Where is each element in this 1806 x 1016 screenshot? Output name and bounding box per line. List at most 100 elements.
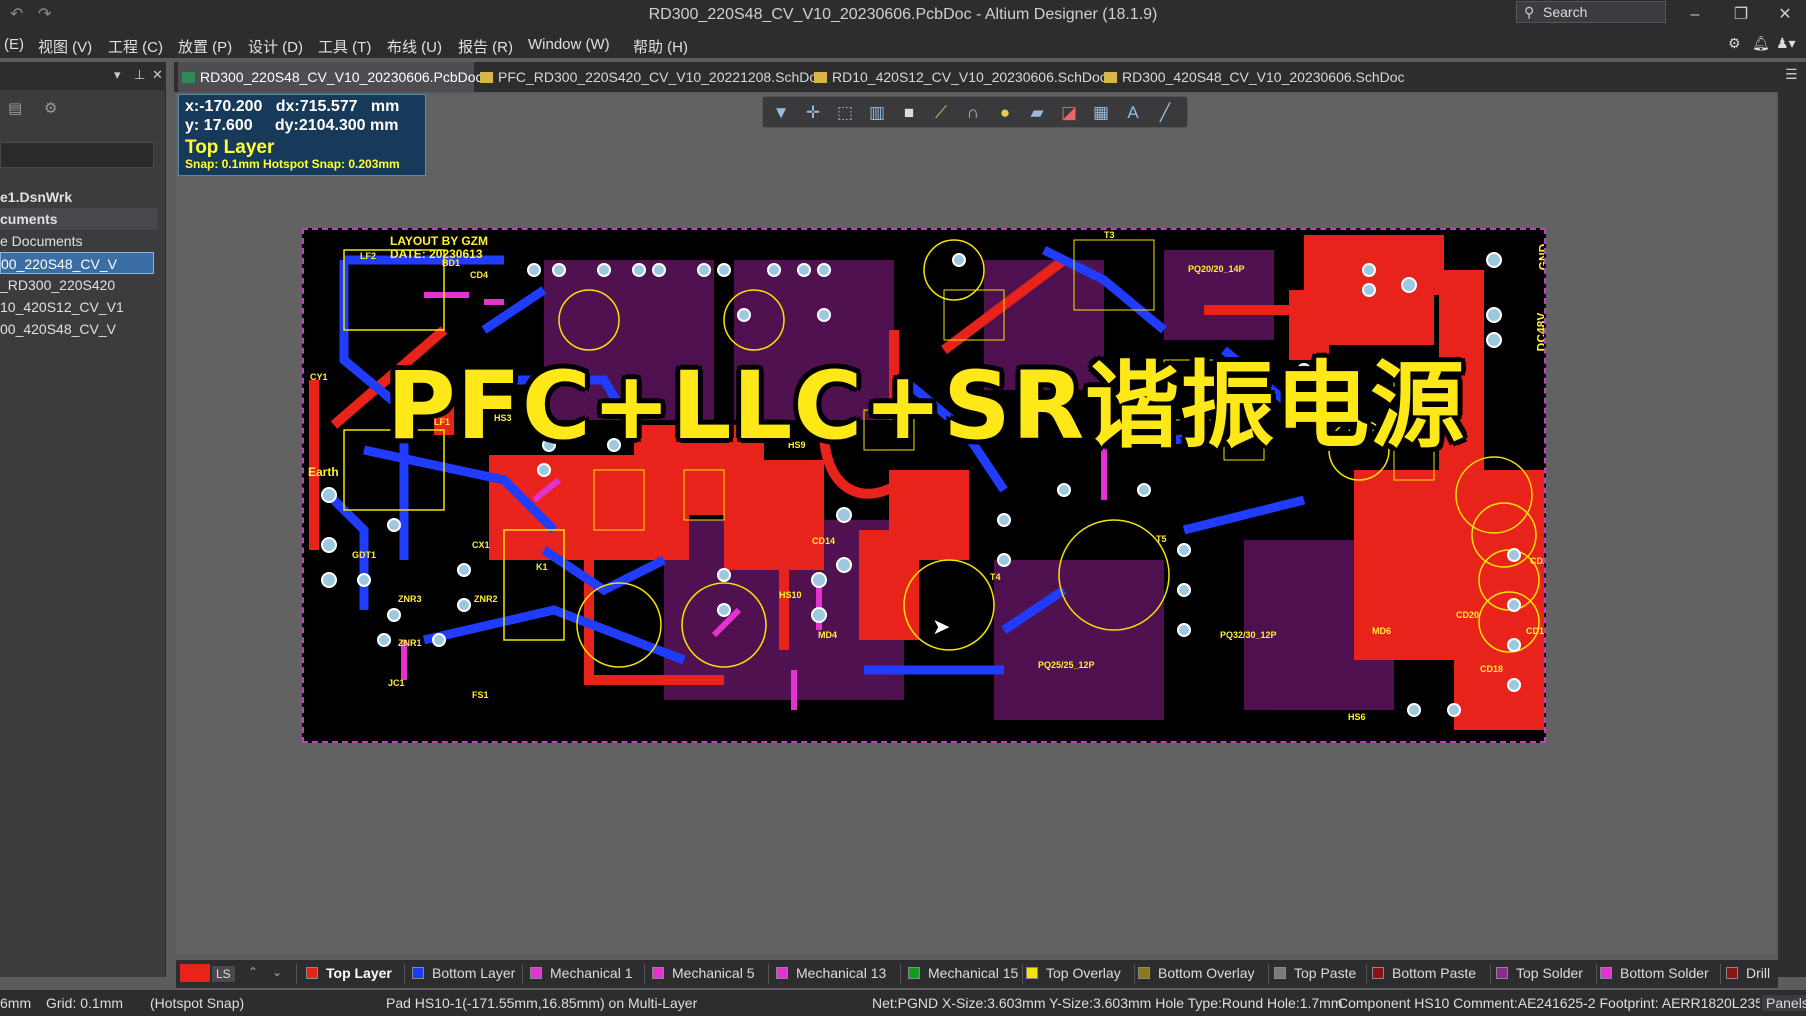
layer-color-swatch: [1726, 967, 1738, 979]
polygon-icon[interactable]: ▰: [1025, 101, 1049, 125]
tree-item-documents-group[interactable]: cuments: [0, 208, 158, 230]
layer-separator: [296, 964, 297, 984]
right-side-bar: ☰: [1778, 62, 1806, 977]
layer-separator: [900, 964, 901, 984]
silk-znr3: ZNR3: [398, 594, 422, 604]
select-icon[interactable]: ⬚: [833, 101, 857, 125]
layer-color-swatch: [412, 967, 424, 979]
tree-item-pcbdoc[interactable]: 00_220S48_CV_V: [0, 252, 154, 274]
silk-pq25: PQ25/25_12P: [1038, 660, 1095, 670]
layer-color-swatch: [530, 967, 542, 979]
search-input[interactable]: ⚲ Search: [1516, 1, 1666, 23]
status-snap: (Hotspot Snap): [150, 995, 245, 1011]
layer-separator: [644, 964, 645, 984]
keepout-icon[interactable]: ◪: [1057, 101, 1081, 125]
restore-button[interactable]: ❐: [1718, 2, 1764, 28]
layer-tab-mechanical-1[interactable]: Mechanical 1: [530, 965, 633, 981]
text-icon[interactable]: A: [1121, 101, 1145, 125]
layer-tab-drill[interactable]: Drill: [1726, 965, 1770, 981]
panels-icon[interactable]: ☰: [1785, 66, 1798, 83]
folder-icon[interactable]: ▤: [8, 99, 22, 117]
layer-tab-mechanical-13[interactable]: Mechanical 13: [776, 965, 886, 981]
move-icon[interactable]: ✛: [801, 101, 825, 125]
layer-separator: [1720, 964, 1721, 984]
layer-separator: [1366, 964, 1367, 984]
panel-header: ▾ ⊥ ✕: [0, 62, 166, 90]
layer-label: Top Layer: [326, 965, 392, 981]
silk-fs1: FS1: [472, 690, 489, 700]
menu-edit[interactable]: (E): [4, 36, 24, 53]
layer-scroll-down-icon[interactable]: ⌄: [272, 965, 282, 979]
layer-separator: [1490, 964, 1491, 984]
layer-tab-bottom-paste[interactable]: Bottom Paste: [1372, 965, 1476, 981]
layer-label: Bottom Solder: [1620, 965, 1709, 981]
tree-item-rd10-schdoc[interactable]: 10_420S12_CV_V1: [0, 296, 154, 318]
tree-item-pfc-schdoc[interactable]: _RD300_220S420: [0, 274, 154, 296]
panel-search-input[interactable]: [0, 142, 154, 168]
layer-tab-top-solder[interactable]: Top Solder: [1496, 965, 1583, 981]
layer-color-swatch: [306, 967, 318, 979]
silk-t4: T4: [990, 572, 1001, 582]
menu-tools[interactable]: 工具 (T): [318, 36, 371, 57]
tab-pfc-schdoc[interactable]: PFC_RD300_220S420_CV_V10_20221208.SchDoc: [476, 62, 824, 92]
layer-tab-top-layer[interactable]: Top Layer: [306, 965, 392, 981]
tab-pcbdoc[interactable]: RD300_220S48_CV_V10_20230606.PcbDoc: [178, 62, 483, 92]
panels-button[interactable]: Panels: [1762, 995, 1806, 1011]
layer-color-swatch: [1600, 967, 1612, 979]
layer-set-button[interactable]: LS: [212, 966, 235, 982]
close-button[interactable]: ✕: [1762, 2, 1806, 28]
layer-tab-top-paste[interactable]: Top Paste: [1274, 965, 1356, 981]
layer-tab-bottom-solder[interactable]: Bottom Solder: [1600, 965, 1709, 981]
layer-tab-bottom-overlay[interactable]: Bottom Overlay: [1138, 965, 1254, 981]
menu-place[interactable]: 放置 (P): [178, 36, 232, 57]
tree-item-documents[interactable]: e Documents: [0, 230, 154, 252]
tree-item-workspace[interactable]: e1.DsnWrk: [0, 186, 154, 208]
layer-scroll-up-icon[interactable]: ⌃: [248, 965, 258, 979]
menu-help[interactable]: 帮助 (H): [633, 36, 688, 57]
menu-project[interactable]: 工程 (C): [108, 36, 163, 57]
menu-design[interactable]: 设计 (D): [248, 36, 303, 57]
diff-pair-icon[interactable]: ∩: [961, 101, 985, 125]
settings-gear-icon[interactable]: ⚙: [1728, 35, 1741, 52]
panel-menu-icon[interactable]: ▾: [114, 67, 121, 83]
pin-icon[interactable]: ⊥: [134, 67, 145, 83]
layer-separator: [404, 964, 405, 984]
layout-date-label: DATE: 20230613: [390, 247, 483, 261]
align-icon[interactable]: ▥: [865, 101, 889, 125]
line-icon[interactable]: ╱: [1153, 101, 1177, 125]
layer-tab-top-overlay[interactable]: Top Overlay: [1026, 965, 1121, 981]
layer-separator: [1022, 964, 1023, 984]
panel-close-icon[interactable]: ✕: [152, 67, 163, 83]
notification-bell-icon[interactable]: 🔔︎: [1752, 35, 1770, 52]
filter-icon[interactable]: ▼: [769, 101, 793, 125]
silk-hs10: HS10: [779, 590, 802, 600]
user-account-icon[interactable]: ♟▾: [1776, 35, 1796, 52]
layer-label: Mechanical 15: [928, 965, 1019, 981]
current-layer-swatch[interactable]: [180, 964, 210, 982]
layer-tab-bottom-layer[interactable]: Bottom Layer: [412, 965, 515, 981]
menu-route[interactable]: 布线 (U): [387, 36, 442, 57]
layer-tab-mechanical-15[interactable]: Mechanical 15: [908, 965, 1018, 981]
dimension-icon[interactable]: ▦: [1089, 101, 1113, 125]
silk-pq20: PQ20/20_14P: [1188, 264, 1245, 274]
menu-window[interactable]: Window (W): [528, 36, 610, 53]
silk-cd14: CD14: [812, 536, 836, 546]
tab-rd300-schdoc[interactable]: RD300_420S48_CV_V10_20230606.SchDoc: [1100, 62, 1405, 92]
menu-view[interactable]: 视图 (V): [38, 36, 92, 57]
layer-tab-mechanical-5[interactable]: Mechanical 5: [652, 965, 755, 981]
component-icon[interactable]: ■: [897, 101, 921, 125]
silk-cd20: CD20: [1456, 610, 1480, 620]
layer-tab-bar: LS ⌃ ⌄ Top Layer Bottom Layer Mechanical…: [176, 960, 1778, 988]
menu-reports[interactable]: 报告 (R): [458, 36, 513, 57]
pcb-artwork: [309, 235, 1544, 730]
panel-settings-icon[interactable]: ⚙: [44, 99, 57, 117]
pcb-board[interactable]: LAYOUT BY GZM DATE: 20230613 Earth GND D…: [302, 228, 1546, 743]
via-icon[interactable]: ●: [993, 101, 1017, 125]
hud-y: y: 17.600: [185, 117, 253, 134]
menu-bar: (E) 视图 (V) 工程 (C) 放置 (P) 设计 (D) 工具 (T) 布…: [0, 30, 1806, 58]
tab-label: PFC_RD300_220S420_CV_V10_20221208.SchDoc: [498, 69, 825, 85]
tab-rd10-schdoc[interactable]: RD10_420S12_CV_V10_20230606.SchDoc: [810, 62, 1107, 92]
route-icon[interactable]: ⟋: [929, 101, 953, 125]
minimize-button[interactable]: –: [1672, 2, 1718, 28]
tree-item-rd300-schdoc[interactable]: 00_420S48_CV_V: [0, 318, 154, 340]
